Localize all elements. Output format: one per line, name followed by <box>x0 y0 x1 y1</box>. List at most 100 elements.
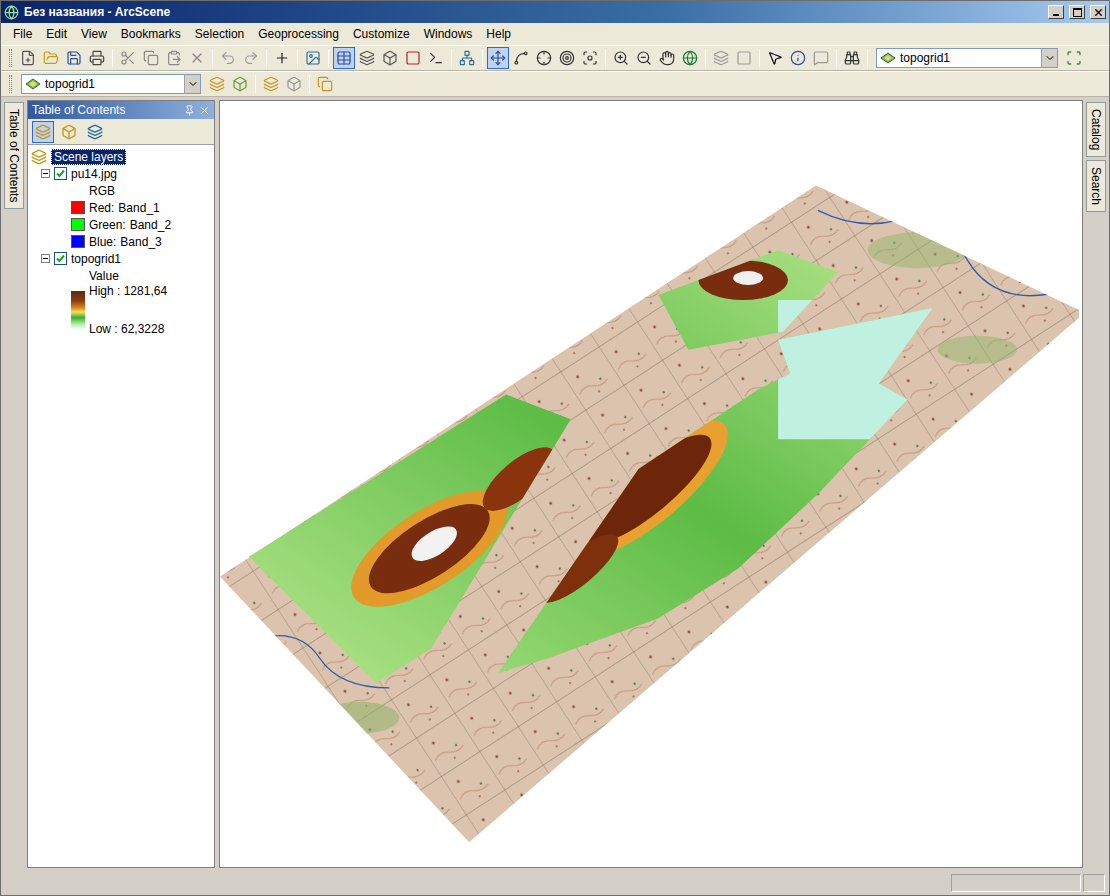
layer-checkbox[interactable] <box>54 167 67 180</box>
toolbar-separator <box>255 75 256 93</box>
layer-properties-button[interactable] <box>314 73 336 95</box>
maximize-button[interactable] <box>1069 5 1085 19</box>
base-heights-icon <box>209 76 225 92</box>
minimize-icon <box>1052 8 1060 16</box>
select-elements-button[interactable] <box>764 47 786 69</box>
minimize-button[interactable] <box>1048 5 1064 19</box>
view-button[interactable] <box>302 47 324 69</box>
layer-3d-button[interactable] <box>379 47 401 69</box>
copy-button[interactable] <box>140 47 162 69</box>
menu-item[interactable]: View <box>75 25 113 43</box>
scene-view[interactable] <box>219 100 1083 868</box>
toolbar-grip[interactable] <box>9 75 12 93</box>
drawing-order-icon <box>35 124 51 140</box>
zoom-target-button[interactable] <box>556 47 578 69</box>
layer-properties-icon <box>317 76 333 92</box>
cut-button[interactable] <box>117 47 139 69</box>
chevron-down-icon <box>1044 52 1056 64</box>
identify-button[interactable] <box>787 47 809 69</box>
redo-icon <box>243 50 259 66</box>
zoom-out-icon <box>636 50 652 66</box>
redo-button[interactable] <box>240 47 262 69</box>
paste-button[interactable] <box>163 47 185 69</box>
layer-order-button[interactable] <box>283 73 305 95</box>
extrude-button[interactable] <box>229 73 251 95</box>
toc-panel: Table of ContentsScene layerspu14.jpgRGB… <box>27 100 215 868</box>
open-icon <box>43 50 59 66</box>
toolbar-grip[interactable] <box>9 49 12 67</box>
layer-name[interactable]: pu14.jpg <box>71 167 117 181</box>
new-icon <box>20 50 36 66</box>
delete-button[interactable] <box>186 47 208 69</box>
toc-button[interactable] <box>333 47 355 69</box>
expand-toggle-icon[interactable] <box>41 169 50 178</box>
python-button[interactable] <box>425 47 447 69</box>
menu-item[interactable]: Geoprocessing <box>252 25 345 43</box>
menu-item[interactable]: Help <box>480 25 517 43</box>
list-by-visibility-button[interactable] <box>84 121 106 143</box>
menu-item[interactable]: File <box>7 25 38 43</box>
select-features-button[interactable] <box>710 47 732 69</box>
navigate-button[interactable] <box>487 47 509 69</box>
catalog-window-button[interactable] <box>356 47 378 69</box>
close-button[interactable] <box>1090 5 1106 19</box>
menu-item[interactable]: Edit <box>40 25 73 43</box>
dock-tab[interactable]: Table of Contents <box>4 102 24 209</box>
full-extent-button[interactable] <box>679 47 701 69</box>
clear-selection-button[interactable] <box>733 47 755 69</box>
add-data-button[interactable] <box>271 47 293 69</box>
scene-layers-label[interactable]: Scene layers <box>51 149 126 165</box>
zoom-in-button[interactable] <box>610 47 632 69</box>
close-icon[interactable] <box>199 105 210 116</box>
legend-heading: Value <box>31 267 214 284</box>
new-button[interactable] <box>17 47 39 69</box>
arcscene-window: Без названия - ArcSceneFileEditViewBookm… <box>0 0 1110 896</box>
identify-icon <box>790 50 806 66</box>
expand-toggle-icon[interactable] <box>41 254 50 263</box>
swipe-button[interactable] <box>260 73 282 95</box>
effects-layer-dropdown[interactable]: topogrid1 <box>21 74 201 94</box>
scene-layers-icon <box>31 149 47 165</box>
paste-icon <box>166 50 182 66</box>
html-popup-button[interactable] <box>810 47 832 69</box>
menu-item[interactable]: Customize <box>347 25 416 43</box>
layer-checkbox[interactable] <box>54 252 67 265</box>
model-button[interactable] <box>456 47 478 69</box>
effects-button[interactable] <box>1063 47 1085 69</box>
base-heights-button[interactable] <box>206 73 228 95</box>
layer-row[interactable]: pu14.jpg <box>31 165 214 182</box>
model-icon <box>459 50 475 66</box>
scene-3d-view[interactable] <box>220 101 1082 867</box>
fly-button[interactable] <box>510 47 532 69</box>
dropdown-value: topogrid1 <box>900 51 1037 65</box>
save-button[interactable] <box>63 47 85 69</box>
undo-button[interactable] <box>217 47 239 69</box>
list-by-source-button[interactable] <box>58 121 80 143</box>
layer-name[interactable]: topogrid1 <box>71 252 121 266</box>
print-button[interactable] <box>86 47 108 69</box>
target-center-button[interactable] <box>533 47 555 69</box>
dropdown-arrow[interactable] <box>1041 49 1057 67</box>
set-observer-button[interactable] <box>579 47 601 69</box>
list-by-drawing-order-button[interactable] <box>32 121 54 143</box>
arctoolbox-button[interactable] <box>402 47 424 69</box>
dock-tab[interactable]: Search <box>1086 160 1106 212</box>
source-icon <box>61 124 77 140</box>
zoom-out-button[interactable] <box>633 47 655 69</box>
close-icon <box>1093 7 1104 18</box>
menu-item[interactable]: Windows <box>418 25 479 43</box>
open-button[interactable] <box>40 47 62 69</box>
dropdown-arrow[interactable] <box>184 75 200 93</box>
layer-dropdown[interactable]: topogrid1 <box>876 48 1058 68</box>
layer-row[interactable]: topogrid1 <box>31 250 214 267</box>
toolbar-separator <box>112 49 113 67</box>
pin-icon[interactable] <box>184 105 195 116</box>
pan-button[interactable] <box>656 47 678 69</box>
raster-layer-icon <box>880 51 896 65</box>
dock-tab[interactable]: Catalog <box>1086 102 1106 157</box>
find-button[interactable] <box>841 47 863 69</box>
copy-icon <box>143 50 159 66</box>
scene-layers-row[interactable]: Scene layers <box>31 148 214 165</box>
menu-item[interactable]: Selection <box>189 25 250 43</box>
menu-item[interactable]: Bookmarks <box>115 25 187 43</box>
